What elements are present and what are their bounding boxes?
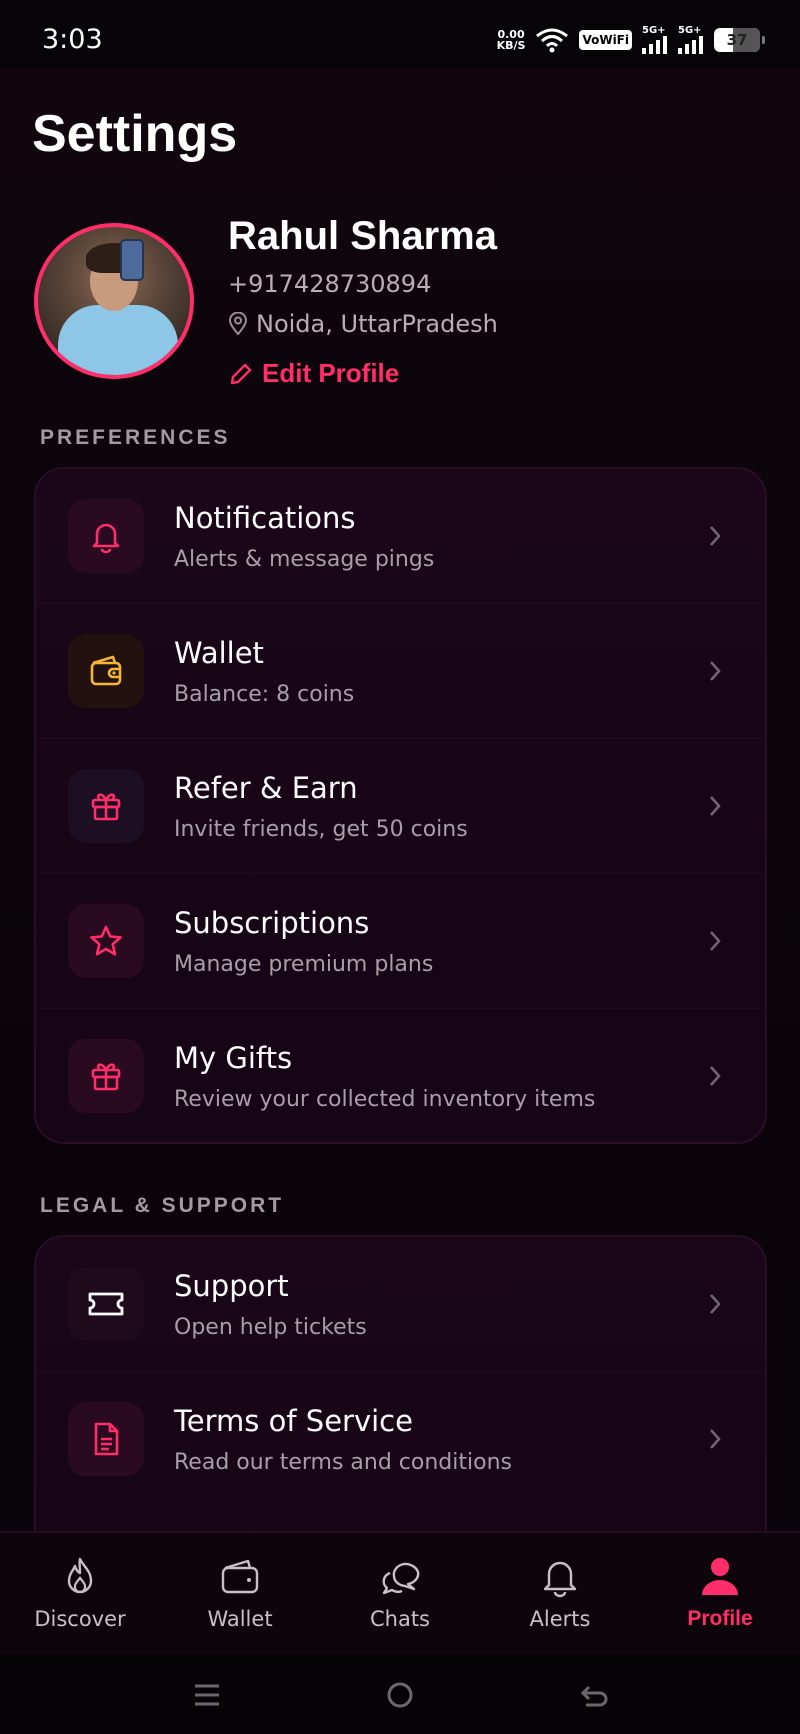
status-bar: 3:03 0.00 KB/S VoWiFi 5G+ 5G+ 37 (0, 0, 800, 68)
gift-icon (68, 1039, 144, 1113)
signal-2-label: 5G+ (678, 25, 702, 36)
chat-icon (382, 1563, 419, 1595)
status-icons: 0.00 KB/S VoWiFi 5G+ 5G+ 37 (497, 24, 765, 56)
settings-item-subtitle: Invite friends, get 50 coins (174, 817, 468, 842)
avatar[interactable] (34, 223, 194, 379)
profile-location-text: Noida, UttarPradesh (256, 310, 498, 338)
signal-1: 5G+ (642, 26, 668, 54)
signal-2: 5G+ (678, 26, 704, 54)
settings-item-subtitle: Read our terms and conditions (174, 1450, 512, 1475)
section-heading-preferences: PREFERENCES (40, 426, 231, 449)
battery-level: 37 (726, 31, 748, 49)
status-time: 3:03 (42, 24, 103, 55)
bottom-nav: Discover Wallet Chats Alerts Profile (0, 1531, 800, 1655)
settings-item-subtitle: Alerts & message pings (174, 547, 435, 572)
battery-icon: 37 (714, 28, 765, 52)
settings-item-subscriptions[interactable]: Subscriptions Manage premium plans (36, 874, 765, 1009)
chevron-right-icon (705, 1424, 725, 1454)
chevron-right-icon (705, 926, 725, 956)
location-pin-icon (228, 312, 248, 336)
network-speed-unit: KB/S (496, 39, 526, 52)
settings-item-title: Terms of Service (174, 1404, 413, 1438)
settings-item-title: Support (174, 1269, 289, 1303)
settings-item-refer-earn[interactable]: Refer & Earn Invite friends, get 50 coin… (36, 739, 765, 874)
preferences-card: Notifications Alerts & message pings Wal… (34, 467, 767, 1144)
vowifi-badge: VoWiFi (579, 30, 632, 50)
flame-icon (67, 1557, 93, 1594)
ticket-icon (68, 1267, 144, 1341)
bell-icon (543, 1561, 577, 1598)
nav-item-wallet[interactable]: Wallet (160, 1533, 320, 1655)
nav-item-alerts[interactable]: Alerts (480, 1533, 640, 1655)
settings-item-terms[interactable]: Terms of Service Read our terms and cond… (36, 1372, 765, 1507)
signal-bars-icon (678, 36, 703, 54)
star-icon (68, 904, 144, 978)
nav-item-discover[interactable]: Discover (0, 1533, 160, 1655)
system-nav-bar (0, 1655, 800, 1734)
settings-item-wallet[interactable]: Wallet Balance: 8 coins (36, 604, 765, 739)
settings-item-title: Subscriptions (174, 906, 370, 940)
edit-profile-label: Edit Profile (262, 358, 400, 388)
settings-item-subtitle: Open help tickets (174, 1315, 367, 1340)
settings-item-title: My Gifts (174, 1041, 293, 1075)
pencil-icon (230, 363, 252, 384)
profile-phone: +917428730894 (228, 270, 432, 298)
back-icon[interactable] (578, 1681, 608, 1709)
person-icon (702, 1558, 738, 1595)
section-heading-legal-support: LEGAL & SUPPORT (40, 1194, 285, 1217)
chevron-right-icon (705, 521, 725, 551)
nav-label: Wallet (207, 1607, 273, 1631)
document-icon (68, 1402, 144, 1476)
network-speed: 0.00 KB/S (497, 29, 526, 51)
profile-name: Rahul Sharma (228, 214, 497, 258)
app-root: 3:03 0.00 KB/S VoWiFi 5G+ 5G+ 37 Setting… (0, 0, 800, 1734)
profile-location: Noida, UttarPradesh (228, 310, 498, 338)
settings-item-subtitle: Review your collected inventory items (174, 1087, 596, 1112)
wallet-icon (68, 634, 144, 708)
settings-item-title: Wallet (174, 636, 264, 670)
nav-label: Discover (34, 1607, 126, 1631)
settings-item-my-gifts[interactable]: My Gifts Review your collected inventory… (36, 1009, 765, 1142)
menu-icon[interactable] (192, 1682, 222, 1708)
signal-1-label: 5G+ (642, 25, 666, 36)
settings-item-subtitle: Balance: 8 coins (174, 682, 355, 707)
wifi-icon (536, 28, 569, 53)
nav-label: Chats (369, 1607, 431, 1631)
settings-item-title: Refer & Earn (174, 771, 358, 805)
chevron-right-icon (705, 791, 725, 821)
settings-item-title: Notifications (174, 501, 356, 535)
settings-item-notifications[interactable]: Notifications Alerts & message pings (36, 469, 765, 604)
chevron-right-icon (705, 1289, 725, 1319)
chevron-right-icon (705, 1061, 725, 1091)
bell-icon (68, 499, 144, 573)
signal-bars-icon (642, 36, 667, 54)
gift-icon (68, 769, 144, 843)
nav-item-chats[interactable]: Chats (320, 1533, 480, 1655)
edit-profile-button[interactable]: Edit Profile (228, 358, 399, 389)
settings-item-subtitle: Manage premium plans (174, 952, 434, 977)
home-icon[interactable] (385, 1680, 415, 1710)
nav-label: Alerts (529, 1607, 591, 1631)
page-title: Settings (32, 105, 238, 163)
settings-item-support[interactable]: Support Open help tickets (36, 1237, 765, 1372)
nav-label: Profile (687, 1607, 753, 1630)
nav-item-profile[interactable]: Profile (640, 1533, 800, 1655)
wallet-icon (221, 1559, 259, 1594)
chevron-right-icon (705, 656, 725, 686)
